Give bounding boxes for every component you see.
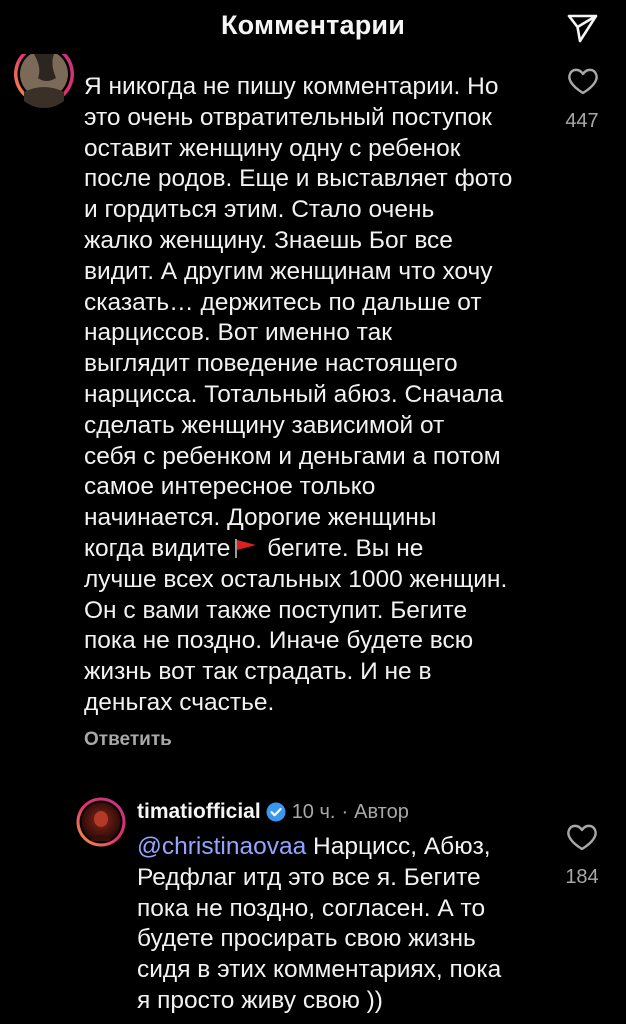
send-icon[interactable]	[564, 10, 600, 46]
red-flag-emoji	[235, 538, 257, 558]
commenter-avatar[interactable]	[12, 54, 76, 108]
verified-badge-icon	[266, 802, 286, 822]
reply-time: 10 ч.	[291, 800, 336, 823]
reply-username[interactable]: timatiofficial	[137, 800, 261, 824]
like-count: 447	[565, 110, 599, 132]
reply-header: timatiofficial 10 ч. · Автор	[137, 797, 409, 827]
comment-body: Я никогда не пишу комментарии. Но это оч…	[84, 72, 544, 719]
comment-text-part2: бегите. Вы не лучше всех остальных 1000 …	[84, 534, 508, 716]
heart-icon[interactable]	[566, 66, 600, 96]
heart-icon[interactable]	[565, 822, 599, 852]
author-label: Автор	[354, 800, 409, 823]
comment-text-part1: Я никогда не пишу комментарии. Но это оч…	[84, 73, 513, 562]
meta-separator: ·	[341, 800, 349, 823]
reply-like-count: 184	[565, 866, 599, 888]
reply-text: Нарцисс, Абюз, Редфлаг итд это все я. Бе…	[137, 833, 502, 1014]
reply-body: @christinaovaa Нарцисс, Абюз, Редфлаг ит…	[137, 832, 537, 1017]
comments-header: Комментарии	[0, 0, 626, 56]
reply-mention[interactable]: @christinaovaa	[137, 833, 306, 860]
reply-avatar[interactable]	[76, 797, 126, 847]
page-title: Комментарии	[220, 10, 405, 40]
reply-button[interactable]: Ответить	[84, 729, 172, 751]
